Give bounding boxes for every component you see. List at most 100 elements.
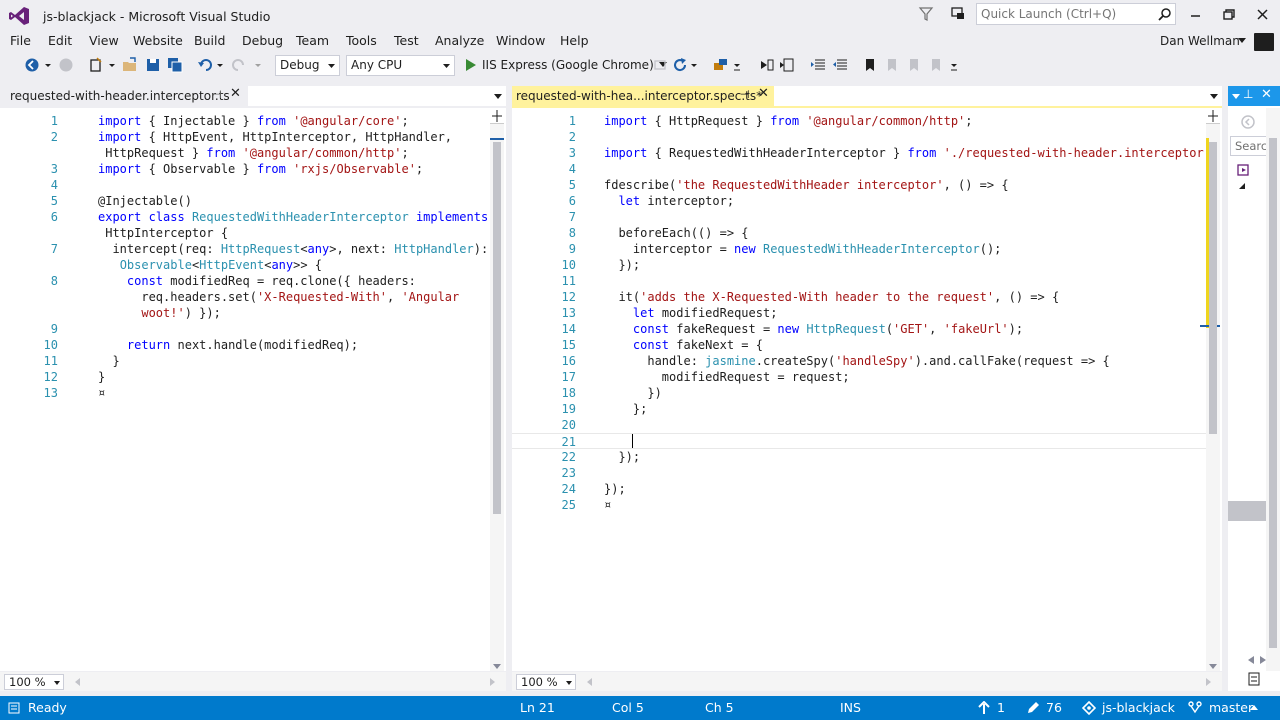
chevron-up-icon[interactable] (1250, 705, 1258, 710)
code-line[interactable]: Observable<HttpEvent<any>> { (0, 257, 490, 273)
restore-button[interactable] (1219, 6, 1239, 24)
code-line[interactable]: HttpRequest } from '@angular/common/http… (0, 145, 490, 161)
scroll-down-icon[interactable] (1209, 664, 1217, 669)
branch-icon[interactable] (1188, 701, 1202, 715)
code-line[interactable]: 24}); (512, 481, 1206, 497)
scroll-left-icon[interactable] (75, 678, 80, 686)
left-vertical-scrollbar[interactable] (490, 108, 504, 671)
tab-interceptor-spec-ts[interactable]: requested-with-hea...interceptor.spec.ts… (512, 86, 774, 106)
browser-link-icon[interactable] (713, 57, 729, 73)
code-line[interactable]: 7 (512, 209, 1206, 225)
code-line[interactable]: 8 const modifiedReq = req.clone({ header… (0, 273, 490, 289)
code-line[interactable]: 11 (512, 273, 1206, 289)
scroll-thumb[interactable] (493, 142, 501, 514)
close-panel-icon[interactable]: ✕ (1261, 87, 1272, 102)
navigate-back-icon[interactable] (24, 57, 40, 73)
chevron-down-icon[interactable] (44, 57, 52, 73)
code-line[interactable]: 8 beforeEach(() => { (512, 225, 1206, 241)
code-line[interactable]: 11 } (0, 353, 490, 369)
menu-team[interactable]: Team (296, 33, 329, 48)
code-line[interactable]: 5 fdescribe('the RequestedWithHeader inte… (512, 177, 1206, 193)
code-line[interactable]: 1 import { Injectable } from '@angular/co… (0, 113, 490, 129)
panel-vertical-scrollbar[interactable] (1266, 108, 1280, 671)
code-line[interactable]: 16 handle: jasmine.createSpy('handleSpy'… (512, 353, 1206, 369)
expand-icon[interactable] (1238, 182, 1246, 190)
code-line[interactable]: 15 const fakeNext = { (512, 337, 1206, 353)
indent-icon[interactable] (832, 57, 848, 73)
chevron-down-icon[interactable] (216, 57, 224, 73)
code-line[interactable]: woot!') }); (0, 305, 490, 321)
step-into-icon[interactable] (759, 57, 775, 73)
step-over-icon[interactable] (779, 57, 795, 73)
scroll-thumb[interactable] (1269, 138, 1277, 648)
horizontal-scroll-thumb[interactable] (1228, 501, 1266, 521)
split-icon[interactable] (490, 108, 504, 124)
code-line[interactable]: 13 let modifiedRequest; (512, 305, 1206, 321)
code-line[interactable]: 2 (512, 129, 1206, 145)
right-zoom-select[interactable]: 100 % (516, 674, 576, 690)
chevron-down-icon[interactable] (108, 57, 116, 73)
repository-icon[interactable] (1082, 701, 1096, 715)
toolbar-overflow-icon[interactable] (950, 57, 958, 73)
code-line[interactable]: 10 return next.handle(modifiedReq); (0, 337, 490, 353)
start-debugging-button[interactable]: IIS Express (Google Chrome) (465, 56, 667, 74)
bookmark-icon[interactable] (862, 57, 878, 73)
notification-filter-icon[interactable] (918, 6, 934, 22)
chevron-down-icon[interactable] (690, 57, 698, 73)
code-line[interactable]: 4 (0, 177, 490, 193)
quick-launch-input[interactable] (977, 4, 1152, 24)
menu-help[interactable]: Help (560, 33, 589, 48)
minimize-button[interactable] (1186, 6, 1206, 24)
code-line[interactable]: 4 (512, 161, 1206, 177)
scroll-left-icon[interactable] (1248, 656, 1254, 664)
open-file-icon[interactable] (122, 57, 138, 73)
chevron-down-icon[interactable] (733, 57, 741, 73)
menu-test[interactable]: Test (394, 33, 419, 48)
code-line[interactable]: 9 (0, 321, 490, 337)
undo-icon[interactable] (197, 57, 213, 73)
code-line[interactable]: 21 (512, 433, 1206, 449)
publish-arrow-icon[interactable] (978, 701, 990, 715)
save-icon[interactable] (145, 57, 161, 73)
code-line[interactable]: HttpInterceptor { (0, 225, 490, 241)
pin-icon[interactable]: ⊣ (212, 88, 222, 101)
code-line[interactable]: 10 }); (512, 257, 1206, 273)
right-vertical-scrollbar[interactable] (1200, 108, 1220, 671)
save-all-icon[interactable] (167, 57, 183, 73)
scroll-thumb[interactable] (1209, 142, 1217, 434)
close-tab-icon[interactable]: ✕ (758, 86, 769, 101)
outdent-icon[interactable] (810, 57, 826, 73)
code-line[interactable]: 9 interceptor = new RequestedWithHeaderI… (512, 241, 1206, 257)
pin-icon[interactable]: ⊥ (1243, 87, 1253, 101)
scroll-down-icon[interactable] (493, 664, 501, 669)
signed-in-user[interactable]: Dan Wellman (1160, 34, 1240, 48)
scroll-right-icon[interactable] (1260, 656, 1266, 664)
solution-platform-select[interactable]: Any CPU (346, 55, 455, 76)
tab-dropdown-icon[interactable] (494, 94, 502, 99)
properties-icon[interactable] (1248, 672, 1260, 686)
code-line[interactable]: 18 }) (512, 385, 1206, 401)
code-line[interactable]: 19 }; (512, 401, 1206, 417)
code-line[interactable]: 12 it('adds the X-Requested-With header … (512, 289, 1206, 305)
refresh-icon[interactable] (672, 57, 688, 73)
pencil-icon[interactable] (1026, 701, 1040, 715)
quick-launch-box[interactable] (976, 3, 1176, 25)
pending-changes-count[interactable]: 76 (1046, 700, 1062, 715)
project-file-icon[interactable] (1236, 162, 1252, 178)
tab-dropdown-icon[interactable] (1210, 94, 1218, 99)
code-line[interactable]: 7 intercept(req: HttpRequest<any>, next:… (0, 241, 490, 257)
menu-debug[interactable]: Debug (242, 33, 283, 48)
scroll-right-icon[interactable] (490, 678, 495, 686)
tab-interceptor-ts[interactable]: requested-with-header.interceptor.ts ⊣ ✕ (0, 86, 248, 106)
chevron-down-icon[interactable] (1232, 94, 1240, 99)
right-code-editor[interactable]: 1 import { HttpRequest } from '@angular/c… (512, 108, 1206, 671)
left-zoom-select[interactable]: 100 % (4, 674, 64, 690)
left-code-editor[interactable]: 1 import { Injectable } from '@angular/co… (0, 108, 490, 671)
code-line[interactable]: req.headers.set('X-Requested-With', 'Ang… (0, 289, 490, 305)
avatar[interactable] (1254, 33, 1274, 51)
menu-build[interactable]: Build (194, 33, 225, 48)
feedback-icon[interactable] (950, 6, 966, 22)
close-window-button[interactable] (1253, 6, 1273, 24)
code-line[interactable]: 2 import { HttpEvent, HttpInterceptor, Ht… (0, 129, 490, 145)
branch-name[interactable]: master (1209, 700, 1253, 715)
